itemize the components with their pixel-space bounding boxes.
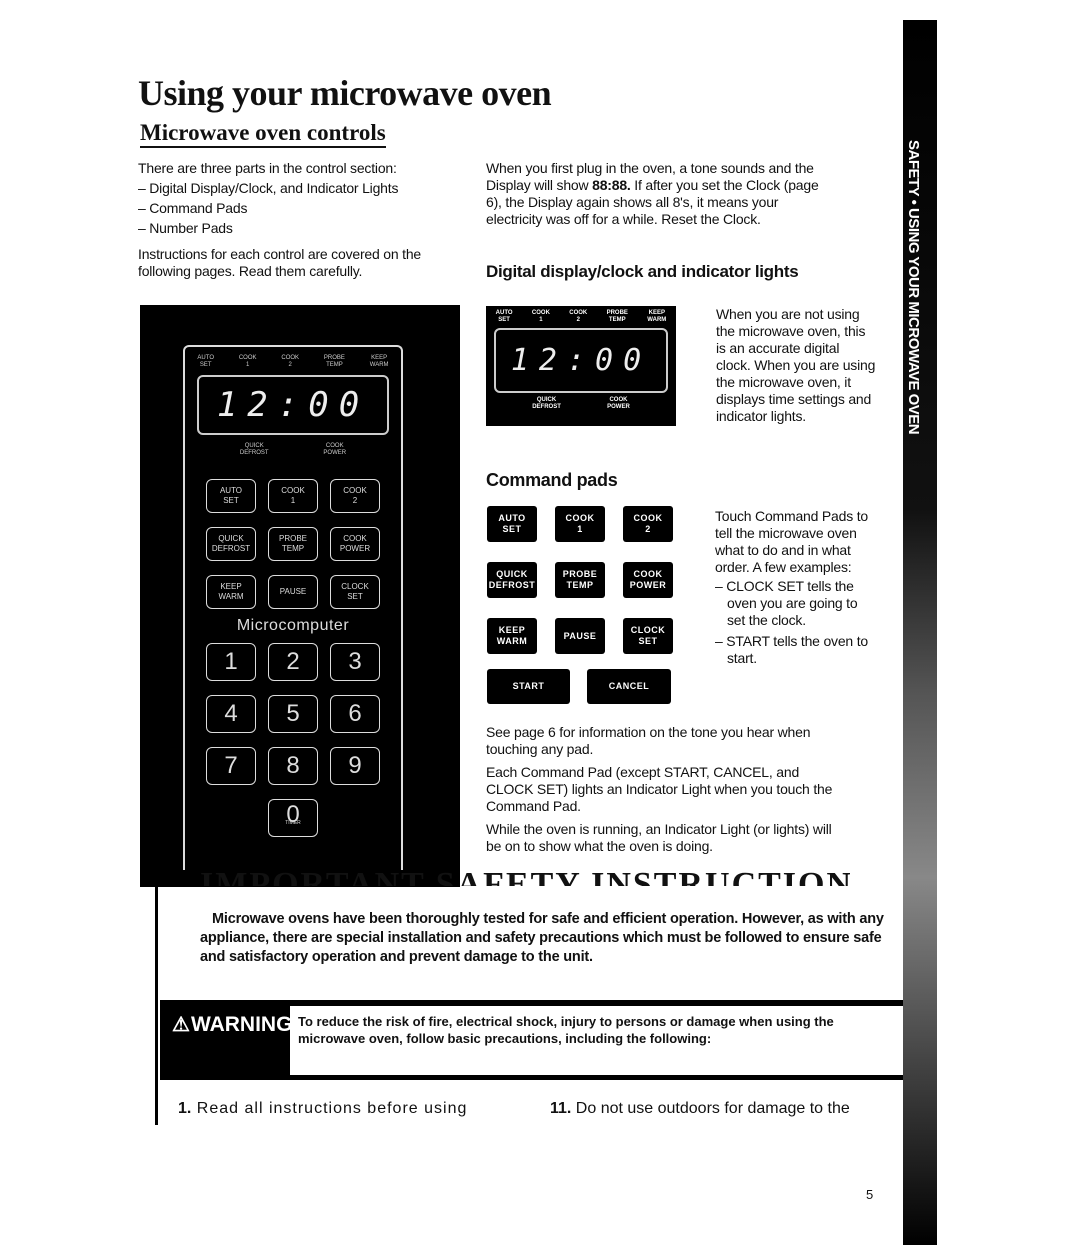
side-tab-label: SAFETY • USING YOUR MICROWAVE OVEN	[905, 140, 922, 435]
number-pad: 8	[268, 747, 318, 785]
cancel-pad: CANCEL	[587, 669, 671, 704]
pad: KEEP WARM	[206, 575, 256, 609]
indicator-label: AUTO SET	[495, 310, 513, 323]
number-pad: 6	[330, 695, 380, 733]
pad: PAUSE	[268, 575, 318, 609]
pad: AUTO SET	[206, 479, 256, 513]
warning-triangle-icon: ⚠	[172, 1014, 190, 1036]
indicator-label: QUICK DEFROST	[532, 397, 561, 410]
indicator-label: KEEP WARM	[647, 310, 667, 323]
pad: PROBE TEMP	[555, 562, 605, 598]
warning-text: To reduce the risk of fire, electrical s…	[290, 1006, 908, 1075]
safety-intro: Microwave ovens have been thoroughly tes…	[200, 911, 884, 965]
control-panel-inner: AUTO SET COOK 1 COOK 2 PROBE TEMP KEEP WARM 12:00…	[183, 345, 403, 870]
pad: PROBE TEMP	[268, 527, 318, 561]
pad-notes: See page 6 for information on the tone y…	[486, 724, 833, 854]
indicator-label: COOK POWER	[323, 443, 347, 456]
safety-heading-clipped: IMPORTANT SAFETY INSTRUCTIONS	[200, 872, 850, 886]
pad: CLOCK SET	[623, 618, 673, 654]
pad: QUICK DEFROST	[487, 562, 537, 598]
indicator-label: COOK 1	[238, 355, 257, 368]
warning-box: ⚠ WARNING To reduce the risk of fire, ele…	[160, 1000, 912, 1080]
pad: COOK 1	[268, 479, 318, 513]
plug-in-text: When you first plug in the oven, a tone …	[486, 160, 819, 227]
clock-display: 12:00	[197, 375, 389, 435]
pad: COOK 2	[330, 479, 380, 513]
pad: KEEP WARM	[487, 618, 537, 654]
indicator-label: COOK 2	[569, 310, 588, 323]
list-item: – START tells the oven to start.	[715, 633, 868, 666]
number-pad: 3	[330, 643, 380, 681]
pad: CLOCK SET	[330, 575, 380, 609]
safety-items: 1. Read all instructions before using 11…	[178, 1099, 898, 1133]
section-title: Microwave oven controls	[140, 120, 386, 149]
start-pad: START	[487, 669, 570, 704]
indicator-label: QUICK DEFROST	[239, 443, 269, 456]
number-pad: 1	[206, 643, 256, 681]
pad: PAUSE	[555, 618, 605, 654]
indicator-label: PROBE TEMP	[323, 355, 345, 368]
pad: AUTO SET	[487, 506, 537, 542]
display-heading: Digital display/clock and indicator ligh…	[486, 262, 799, 281]
intro: There are three parts in the control sec…	[138, 160, 468, 280]
list-item: – Command Pads	[138, 200, 248, 216]
display-illustration: AUTO SET COOK 1 COOK 2 PROBE TEMP KEEP WARM 12:00…	[486, 306, 676, 426]
number-pad: 9	[330, 747, 380, 785]
indicator-label: COOK POWER	[607, 397, 630, 410]
page-title: Using your microwave oven	[138, 73, 552, 113]
indicator-label: KEEP WARM	[369, 355, 389, 368]
brand-label: Microcomputer	[236, 617, 350, 634]
number-pad: 4	[206, 695, 256, 733]
command-pads-heading: Command pads	[486, 470, 618, 490]
list-item: 11. Do not use outdoors for damage to th…	[550, 1100, 850, 1117]
clock-display: 12:00	[494, 328, 668, 393]
pad: COOK 1	[555, 506, 605, 542]
list-item: 1. Read all instructions before using	[178, 1100, 468, 1117]
number-pad: 5	[268, 695, 318, 733]
page-number: 5	[866, 1187, 874, 1202]
list-item: – CLOCK SET tells the oven you are going…	[715, 578, 858, 628]
pad: COOK 2	[623, 506, 673, 542]
pad: COOK POWER	[623, 562, 673, 598]
pad: QUICK DEFROST	[206, 527, 256, 561]
number-pad: 0 TIMER	[268, 799, 318, 837]
warning-label: WARNING	[190, 1012, 293, 1036]
indicator-label: PROBE TEMP	[606, 310, 628, 323]
side-tab: SAFETY • USING YOUR MICROWAVE OVEN	[903, 20, 937, 1245]
pad: COOK POWER	[330, 527, 380, 561]
number-pad: 2	[268, 643, 318, 681]
command-description: Touch Command Pads to tell the microwave…	[715, 508, 875, 667]
number-pad: 7	[206, 747, 256, 785]
indicator-label: COOK 2	[281, 355, 300, 368]
indicator-label: AUTO SET	[197, 355, 214, 368]
indicator-label: COOK 1	[531, 310, 550, 323]
list-item: – Digital Display/Clock, and Indicator L…	[138, 180, 399, 196]
display-description: When you are not using the microwave ove…	[716, 306, 876, 424]
list-item: – Number Pads	[138, 220, 233, 236]
